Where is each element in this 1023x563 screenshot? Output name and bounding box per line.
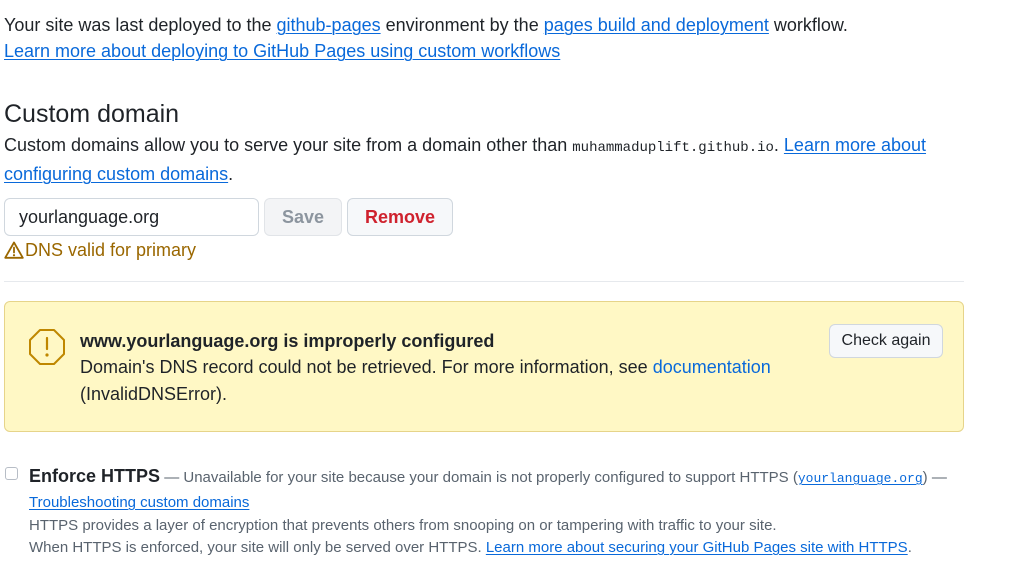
warning-body: Domain's DNS record could not be retriev… [80,354,780,408]
warning-text: Domain's DNS record could not be retriev… [80,357,653,377]
save-button[interactable]: Save [264,198,342,236]
deploy-text: workflow. [768,15,848,35]
https-unavailable-text: — Unavailable for your site because your… [160,469,798,486]
dns-status: DNS valid for primary [4,238,196,262]
description-text: . [773,135,784,155]
documentation-link[interactable]: documentation [653,357,771,377]
https-note: HTTPS provides a layer of encryption tha… [29,517,777,534]
warning-error-code: (InvalidDNSError). [80,384,228,404]
enforce-https-line: Enforce HTTPS — Unavailable for your sit… [29,463,947,492]
learn-custom-workflows-link[interactable]: Learn more about deploying to GitHub Pag… [4,41,560,61]
securing-https-link[interactable]: Learn more about securing your GitHub Pa… [486,539,908,556]
alert-triangle-icon [4,241,24,259]
https-note-text: When HTTPS is enforced, your site will o… [29,539,486,556]
warning-title: www.yourlanguage.org is improperly confi… [80,331,495,351]
check-again-button[interactable]: Check again [829,324,943,358]
enforce-https-label: Enforce HTTPS [29,466,161,486]
troubleshooting-row: Troubleshooting custom domains [29,491,249,515]
divider [4,281,964,282]
default-domain: muhammaduplift.github.io [572,140,774,156]
deploy-text: environment by the [380,15,544,35]
dns-status-text: DNS valid for primary [25,240,197,260]
workflow-link[interactable]: pages build and deployment [544,15,769,35]
description-text: Custom domains allow you to serve your s… [4,135,573,155]
troubleshooting-link[interactable]: Troubleshooting custom domains [29,494,249,511]
deploy-text: Your site was last deployed to the [4,15,277,35]
description-text: . [228,164,234,184]
dns-warning-banner: www.yourlanguage.org is improperly confi… [4,301,964,432]
https-enforce-note: When HTTPS is enforced, your site will o… [29,537,912,559]
alert-icon [29,329,65,365]
custom-domain-heading: Custom domain [4,100,180,128]
environment-link[interactable]: github-pages [277,15,381,35]
custom-domain-description: Custom domains allow you to serve your s… [4,132,964,187]
enforce-https-checkbox[interactable] [5,467,18,480]
deploy-info: Your site was last deployed to the githu… [4,12,848,64]
remove-button[interactable]: Remove [347,198,453,236]
custom-domain-input[interactable] [4,198,259,236]
domain-link[interactable]: yourlanguage.org [798,471,923,486]
https-unavailable-text: ) — [922,469,947,486]
https-note-text: . [907,539,912,556]
